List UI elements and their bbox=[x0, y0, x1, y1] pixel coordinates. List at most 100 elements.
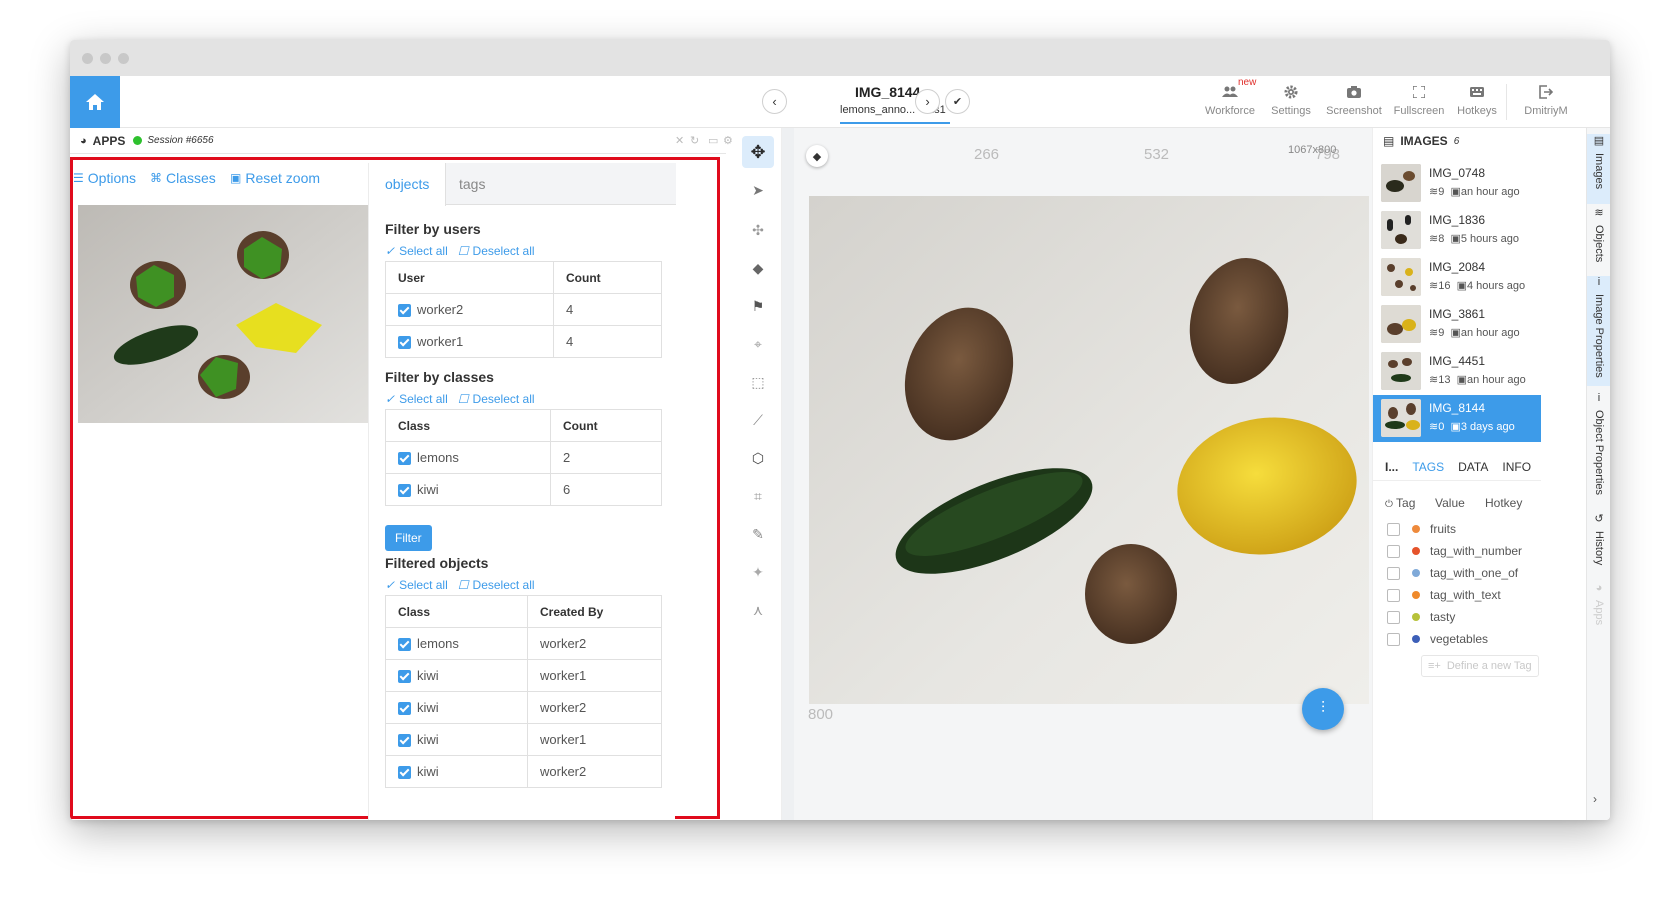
select-all-users[interactable]: ✓ Select all bbox=[385, 244, 448, 258]
checkbox-checked[interactable] bbox=[398, 484, 411, 498]
point-tool[interactable]: ⌖ bbox=[742, 328, 774, 360]
expand-chevron-icon[interactable]: › bbox=[1593, 792, 1597, 806]
points-tool[interactable]: ✣ bbox=[742, 214, 774, 246]
options-link[interactable]: ☰ Options bbox=[73, 170, 136, 186]
window-minimize-dot[interactable] bbox=[100, 53, 111, 64]
user-logout-button[interactable]: DmitriyM bbox=[1517, 84, 1575, 117]
rectangle-tool[interactable]: ⬚ bbox=[742, 366, 774, 398]
checkbox-checked[interactable] bbox=[398, 452, 411, 466]
image-list-item[interactable]: IMG_1836 ≋8 ▣5 hours ago bbox=[1373, 207, 1541, 254]
prev-image-button[interactable]: ‹ bbox=[762, 89, 787, 114]
define-new-tag-button[interactable]: ≡+ Define a new Tag bbox=[1421, 655, 1539, 677]
tab-objects[interactable]: objects bbox=[369, 163, 447, 206]
side-tab-image-properties[interactable]: i Image Properties bbox=[1587, 276, 1610, 386]
window-icon[interactable]: ▭ bbox=[708, 134, 718, 147]
select-all-classes[interactable]: ✓ Select all bbox=[385, 392, 448, 406]
screenshot-button[interactable]: Screenshot bbox=[1323, 84, 1385, 117]
main-image[interactable] bbox=[809, 196, 1369, 704]
window-maximize-dot[interactable] bbox=[118, 53, 129, 64]
tab-tags[interactable]: TAGS bbox=[1412, 460, 1444, 474]
image-dimensions: 1067x800 bbox=[1288, 144, 1337, 156]
images-panel-header: ▤ IMAGES 6 bbox=[1383, 134, 1459, 148]
side-tab-images[interactable]: ▤ Images bbox=[1587, 134, 1610, 204]
user-cell[interactable]: worker2 bbox=[385, 293, 554, 326]
table-row[interactable]: lemons worker2 bbox=[385, 627, 662, 660]
workforce-button[interactable]: Workforce new bbox=[1202, 77, 1258, 117]
tab-data[interactable]: DATA bbox=[1458, 460, 1488, 474]
fullscreen-button[interactable]: Fullscreen bbox=[1390, 84, 1448, 117]
polygon-tool[interactable]: ⬡ bbox=[742, 442, 774, 474]
settings-button[interactable]: Settings bbox=[1266, 84, 1316, 117]
image-list-item-active[interactable]: IMG_8144 ≋0 ▣3 days ago bbox=[1373, 395, 1541, 442]
table-row[interactable]: kiwi worker1 bbox=[385, 659, 662, 692]
table-row[interactable]: kiwi worker2 bbox=[385, 755, 662, 788]
classes-link[interactable]: ⌘ Classes bbox=[150, 170, 216, 186]
smart-tool[interactable]: ✦ bbox=[742, 556, 774, 588]
tab-info[interactable]: INFO bbox=[1502, 460, 1531, 474]
user-cell[interactable]: worker1 bbox=[385, 325, 554, 358]
tag-row[interactable]: tag_with_one_of bbox=[1387, 566, 1518, 580]
tag-row[interactable]: tag_with_text bbox=[1387, 588, 1501, 602]
refresh-icon[interactable]: ↻ bbox=[690, 134, 699, 147]
filter-button[interactable]: Filter bbox=[385, 525, 432, 551]
tag-row[interactable]: tasty bbox=[1387, 610, 1455, 624]
count-cell: 4 bbox=[553, 293, 662, 326]
tag-tool[interactable]: ◆ bbox=[742, 252, 774, 284]
image-list-item[interactable]: IMG_0748 ≋9 ▣an hour ago bbox=[1373, 160, 1541, 207]
brush-tool[interactable]: ✎ bbox=[742, 518, 774, 550]
select-all-objects[interactable]: ✓ Select all bbox=[385, 578, 448, 592]
graph-tool[interactable]: ⋏ bbox=[742, 594, 774, 626]
checkbox-checked[interactable] bbox=[398, 702, 411, 716]
class-cell[interactable]: lemons bbox=[385, 441, 551, 474]
tag-row[interactable]: vegetables bbox=[1387, 632, 1488, 646]
side-tab-apps[interactable]: ◕ Apps bbox=[1587, 582, 1610, 632]
tag-checkbox[interactable] bbox=[1387, 610, 1400, 624]
side-tab-history[interactable]: ↺ History bbox=[1587, 512, 1610, 572]
table-row[interactable]: kiwi worker1 bbox=[385, 723, 662, 756]
deselect-all-users[interactable]: ☐ Deselect all bbox=[458, 244, 535, 258]
mark-done-button[interactable]: ✔ bbox=[945, 89, 970, 114]
checkbox-checked[interactable] bbox=[398, 336, 411, 350]
move-tool[interactable]: ✥ bbox=[742, 136, 774, 168]
home-button[interactable] bbox=[70, 76, 120, 128]
flag-tool[interactable]: ⚑ bbox=[742, 290, 774, 322]
deselect-all-objects[interactable]: ☐ Deselect all bbox=[458, 578, 535, 592]
visibility-toggle[interactable]: ◆ bbox=[806, 145, 828, 167]
hotkeys-button[interactable]: Hotkeys bbox=[1453, 84, 1501, 117]
tag-checkbox[interactable] bbox=[1387, 588, 1400, 602]
checkbox-checked[interactable] bbox=[398, 766, 411, 780]
side-tab-object-properties[interactable]: i Object Properties bbox=[1587, 392, 1610, 502]
tag-checkbox[interactable] bbox=[1387, 544, 1400, 558]
checkbox-checked[interactable] bbox=[398, 638, 411, 652]
checkbox-checked[interactable] bbox=[398, 304, 411, 318]
image-list-item[interactable]: IMG_4451 ≋13 ▣an hour ago bbox=[1373, 348, 1541, 395]
table-row[interactable]: kiwi worker2 bbox=[385, 691, 662, 724]
checkbox-checked[interactable] bbox=[398, 670, 411, 684]
class-cell[interactable]: kiwi bbox=[385, 473, 551, 506]
tag-row[interactable]: tag_with_number bbox=[1387, 544, 1522, 558]
tag-checkbox[interactable] bbox=[1387, 522, 1400, 536]
side-tab-objects[interactable]: ≋ Objects bbox=[1587, 206, 1610, 268]
select-tool[interactable]: ➤ bbox=[742, 174, 774, 206]
checkbox-checked[interactable] bbox=[398, 734, 411, 748]
points-icon: ✣ bbox=[752, 221, 764, 238]
next-image-button[interactable]: › bbox=[915, 89, 940, 114]
image-time: an hour ago bbox=[1467, 374, 1526, 386]
deselect-all-classes[interactable]: ☐ Deselect all bbox=[458, 392, 535, 406]
polyline-tool[interactable]: ⟋ bbox=[742, 404, 774, 436]
window-close-dot[interactable] bbox=[82, 53, 93, 64]
bbox-tool[interactable]: ⌗ bbox=[742, 480, 774, 512]
tag-checkbox[interactable] bbox=[1387, 566, 1400, 580]
breadcrumb-project[interactable]: lemons_anno... bbox=[840, 104, 915, 116]
tab-tags[interactable]: tags bbox=[443, 163, 501, 205]
tab-image-info[interactable]: I... bbox=[1385, 460, 1398, 474]
reset-zoom-link[interactable]: ▣ Reset zoom bbox=[230, 170, 320, 186]
polygon-icon: ⬡ bbox=[751, 449, 765, 466]
tag-row[interactable]: fruits bbox=[1387, 522, 1456, 536]
fullscreen-icon bbox=[1413, 86, 1425, 98]
close-icon[interactable]: ✕ bbox=[675, 134, 684, 147]
image-list-item[interactable]: IMG_2084 ≋16 ▣4 hours ago bbox=[1373, 254, 1541, 301]
image-list-item[interactable]: IMG_3861 ≋9 ▣an hour ago bbox=[1373, 301, 1541, 348]
tag-checkbox[interactable] bbox=[1387, 632, 1400, 646]
image-adjust-button[interactable]: ⫶ bbox=[1302, 688, 1344, 730]
